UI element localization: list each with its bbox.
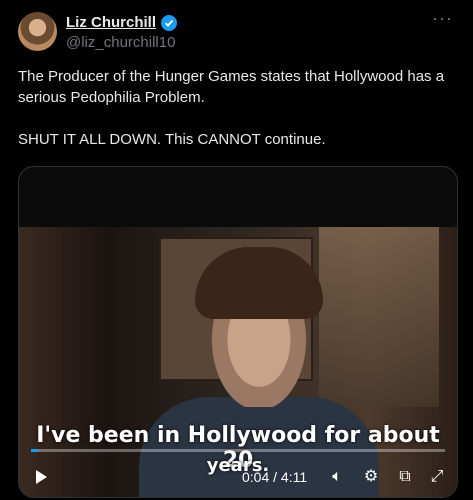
video-progress-fill bbox=[31, 449, 38, 452]
background-window bbox=[319, 227, 439, 407]
video-time: 0:04 / 4:11 bbox=[242, 469, 308, 485]
video-progress-bar[interactable] bbox=[31, 449, 445, 452]
author-name[interactable]: Liz Churchill bbox=[66, 14, 156, 31]
fullscreen-icon[interactable]: ⤢ bbox=[427, 467, 447, 487]
author-handle[interactable]: @liz_churchill10 bbox=[66, 34, 175, 51]
author-name-row: Liz Churchill bbox=[66, 14, 177, 31]
settings-icon[interactable]: ⚙ bbox=[361, 467, 381, 487]
tweet: Liz Churchill @liz_churchill10 ··· The P… bbox=[0, 0, 473, 500]
avatar[interactable] bbox=[18, 12, 57, 51]
tweet-text: The Producer of the Hunger Games states … bbox=[18, 66, 458, 150]
play-icon[interactable] bbox=[33, 469, 49, 485]
more-icon[interactable]: ··· bbox=[432, 8, 453, 29]
video-controls: 0:04 / 4:11 🔈︎ ⚙ ⧉ ⤢ bbox=[19, 463, 457, 495]
mute-icon[interactable]: 🔈︎ bbox=[327, 467, 347, 487]
video-player[interactable]: I've been in Hollywood for about 20 year… bbox=[18, 166, 458, 498]
tweet-paragraph-1: The Producer of the Hunger Games states … bbox=[18, 68, 445, 106]
verified-badge-icon bbox=[161, 14, 177, 31]
picture-in-picture-icon[interactable]: ⧉ bbox=[395, 467, 415, 487]
tweet-paragraph-2: SHUT IT ALL DOWN. This CANNOT continue. bbox=[18, 131, 326, 148]
